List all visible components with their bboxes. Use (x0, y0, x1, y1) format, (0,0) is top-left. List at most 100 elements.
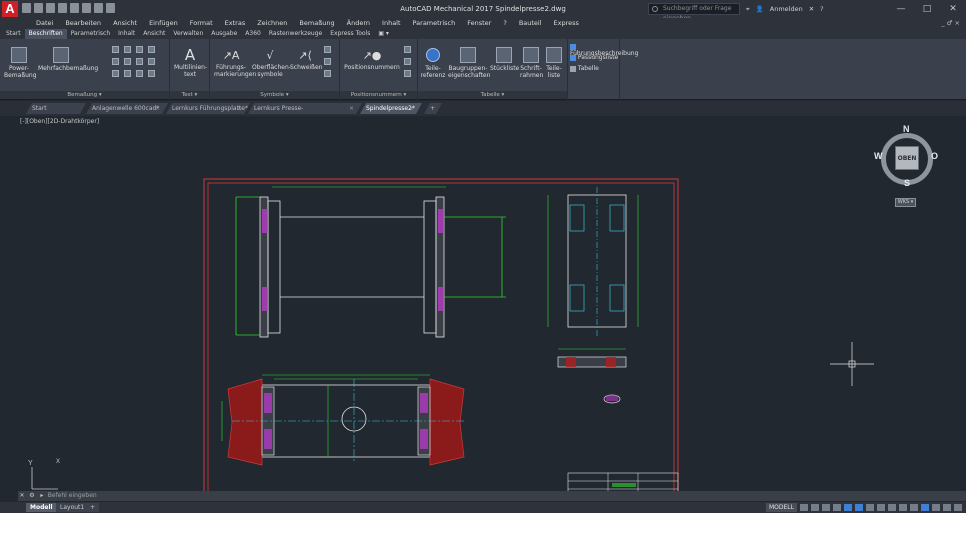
menu-item[interactable]: Ansicht (107, 18, 143, 29)
user-icon[interactable]: 👤 (756, 5, 764, 13)
menu-item[interactable]: Bemaßung (293, 18, 340, 29)
wrench-icon[interactable]: ⚙ (28, 491, 36, 501)
help-icon[interactable]: ? (820, 5, 823, 13)
exchange-icon[interactable]: ✕ (809, 5, 814, 13)
sign-in-button[interactable]: Anmelden (770, 5, 803, 13)
dim-tool-icon[interactable] (136, 46, 143, 53)
ribbon-group-label[interactable]: Text ▾ (170, 91, 209, 99)
balloon-tool-icon[interactable] (404, 70, 411, 77)
menu-item[interactable]: ? (497, 18, 512, 29)
menu-item[interactable]: Bauteil (513, 18, 548, 29)
menu-item[interactable]: Einfügen (143, 18, 184, 29)
hardware-acceleration-icon[interactable] (932, 504, 940, 511)
layout-tab-model[interactable]: Modell (26, 503, 57, 512)
command-line[interactable]: ✕ ⚙ ▸ Befehl eingeben (18, 491, 966, 501)
tab-verwalten[interactable]: Verwalten (169, 29, 207, 39)
menu-item[interactable]: Zeichnen (251, 18, 293, 29)
ribbon-group-label[interactable]: Tabelle ▾ (418, 91, 567, 99)
ribbon-group-label[interactable]: Symbole ▾ (210, 91, 339, 99)
menu-item[interactable]: Express (548, 18, 585, 29)
table-button[interactable]: Tabelle (570, 65, 620, 72)
tab-parametrisch[interactable]: Parametrisch (67, 29, 114, 39)
compass-east[interactable]: O (931, 151, 938, 161)
bom-button[interactable]: Stückliste (490, 47, 519, 72)
symbol-tool-icon[interactable] (324, 58, 331, 65)
tab-ansicht[interactable]: Ansicht (139, 29, 169, 39)
doc-tab[interactable]: Lernkurs Presse-Untergestell3D.dwg*× (248, 103, 362, 114)
leader-note-button[interactable]: ↗A Führungs-markierungen (214, 47, 256, 78)
dim-tool-icon[interactable] (148, 70, 155, 77)
tab-start[interactable]: Start (2, 29, 25, 39)
wcs-dropdown[interactable]: WKS ▾ (895, 198, 916, 207)
menu-item[interactable]: Bearbeiten (59, 18, 107, 29)
tab-ausgabe[interactable]: Ausgabe (207, 29, 241, 39)
parts-list-button[interactable]: Teile-liste (543, 47, 565, 79)
dim-tool-icon[interactable] (124, 58, 131, 65)
multiline-text-button[interactable]: A Multilinien-text (174, 47, 207, 79)
grid-icon[interactable] (800, 504, 808, 511)
dim-tool-icon[interactable] (148, 46, 155, 53)
viewcube-top-face[interactable]: OBEN (895, 146, 919, 170)
minimize-button[interactable]: — (888, 0, 914, 18)
close-tab-icon[interactable]: × (349, 103, 354, 114)
assembly-properties-button[interactable]: Baugruppen-eigenschaften (448, 47, 490, 79)
close-tab-icon[interactable]: × (409, 103, 414, 114)
welding-button[interactable]: ↗⟨ Schweißen (290, 47, 322, 71)
annotation-scale-icon[interactable] (899, 504, 907, 511)
dim-tool-icon[interactable] (136, 58, 143, 65)
lineweight-icon[interactable] (866, 504, 874, 511)
otrack-icon[interactable] (855, 504, 863, 511)
close-tab-icon[interactable]: × (155, 103, 160, 114)
snap-icon[interactable] (811, 504, 819, 511)
tab-a360[interactable]: A360 (241, 29, 265, 39)
layout-tab-layout1[interactable]: Layout1 (56, 503, 89, 512)
osnap-icon[interactable] (844, 504, 852, 511)
ribbon-group-label[interactable]: Bemaßung ▾ (0, 91, 169, 99)
balloon-tool-icon[interactable] (404, 46, 411, 53)
binoculars-icon[interactable]: ⌖ (746, 5, 750, 14)
search-input[interactable]: Suchbegriff oder Frage eingeben (648, 3, 740, 22)
compass-west[interactable]: W (874, 151, 883, 161)
ribbon-group-label[interactable]: Positionsnummern ▾ (340, 91, 417, 99)
ortho-icon[interactable] (822, 504, 830, 511)
menu-item[interactable]: Datei (30, 18, 59, 29)
dim-tool-icon[interactable] (112, 58, 119, 65)
title-block-button[interactable]: Schrift-rahmen (520, 47, 543, 79)
menu-item[interactable]: Format (184, 18, 219, 29)
customization-menu-icon[interactable] (954, 504, 962, 511)
polar-icon[interactable] (833, 504, 841, 511)
document-window-controls[interactable]: _ ♂ × (941, 18, 960, 29)
close-icon[interactable]: ✕ (18, 491, 26, 501)
add-layout-button[interactable]: + (86, 503, 100, 512)
isolate-objects-icon[interactable] (921, 504, 929, 511)
doc-tab[interactable]: Lernkurs Führungsplatte* × (166, 103, 250, 114)
multi-dimension-button[interactable]: Mehrfachbemaßung (38, 47, 98, 72)
dim-tool-icon[interactable] (136, 70, 143, 77)
tab-inhalt[interactable]: Inhalt (114, 29, 139, 39)
fit-list-button[interactable]: Passungsliste (570, 54, 620, 61)
menu-item[interactable]: Inhalt (376, 18, 407, 29)
workspace-switch-icon[interactable] (910, 504, 918, 511)
symbol-tool-icon[interactable] (324, 70, 331, 77)
balloon-tool-icon[interactable] (404, 58, 411, 65)
menu-item[interactable]: Extras (219, 18, 252, 29)
dim-tool-icon[interactable] (112, 46, 119, 53)
doc-tab-start[interactable]: Start (26, 103, 86, 114)
doc-tab-active[interactable]: Spindelpresse2* × (360, 103, 422, 114)
doc-tab[interactable]: Anlagenwelle 600cad* × (86, 103, 168, 114)
power-dimension-button[interactable]: Power-Bemaßung (4, 47, 37, 79)
menu-item[interactable]: Fenster (461, 18, 497, 29)
model-space-toggle[interactable]: MODELL (766, 503, 797, 512)
compass-south[interactable]: S (904, 178, 910, 188)
dim-tool-icon[interactable] (112, 70, 119, 77)
maximize-button[interactable]: □ (914, 0, 940, 18)
viewcube[interactable]: OBEN N S W O (874, 124, 939, 191)
fullscreen-icon[interactable] (943, 504, 951, 511)
surface-symbol-button[interactable]: √ Oberflächen-symbole (252, 47, 291, 78)
tab-beschriften[interactable]: Beschriften (24, 29, 67, 39)
tab-more[interactable]: ▣ ▾ (374, 29, 393, 39)
balloon-button[interactable]: ↗● Positionsnummern (344, 47, 400, 71)
selection-cycling-icon[interactable] (888, 504, 896, 511)
dim-tool-icon[interactable] (148, 58, 155, 65)
menu-item[interactable]: Parametrisch (407, 18, 462, 29)
